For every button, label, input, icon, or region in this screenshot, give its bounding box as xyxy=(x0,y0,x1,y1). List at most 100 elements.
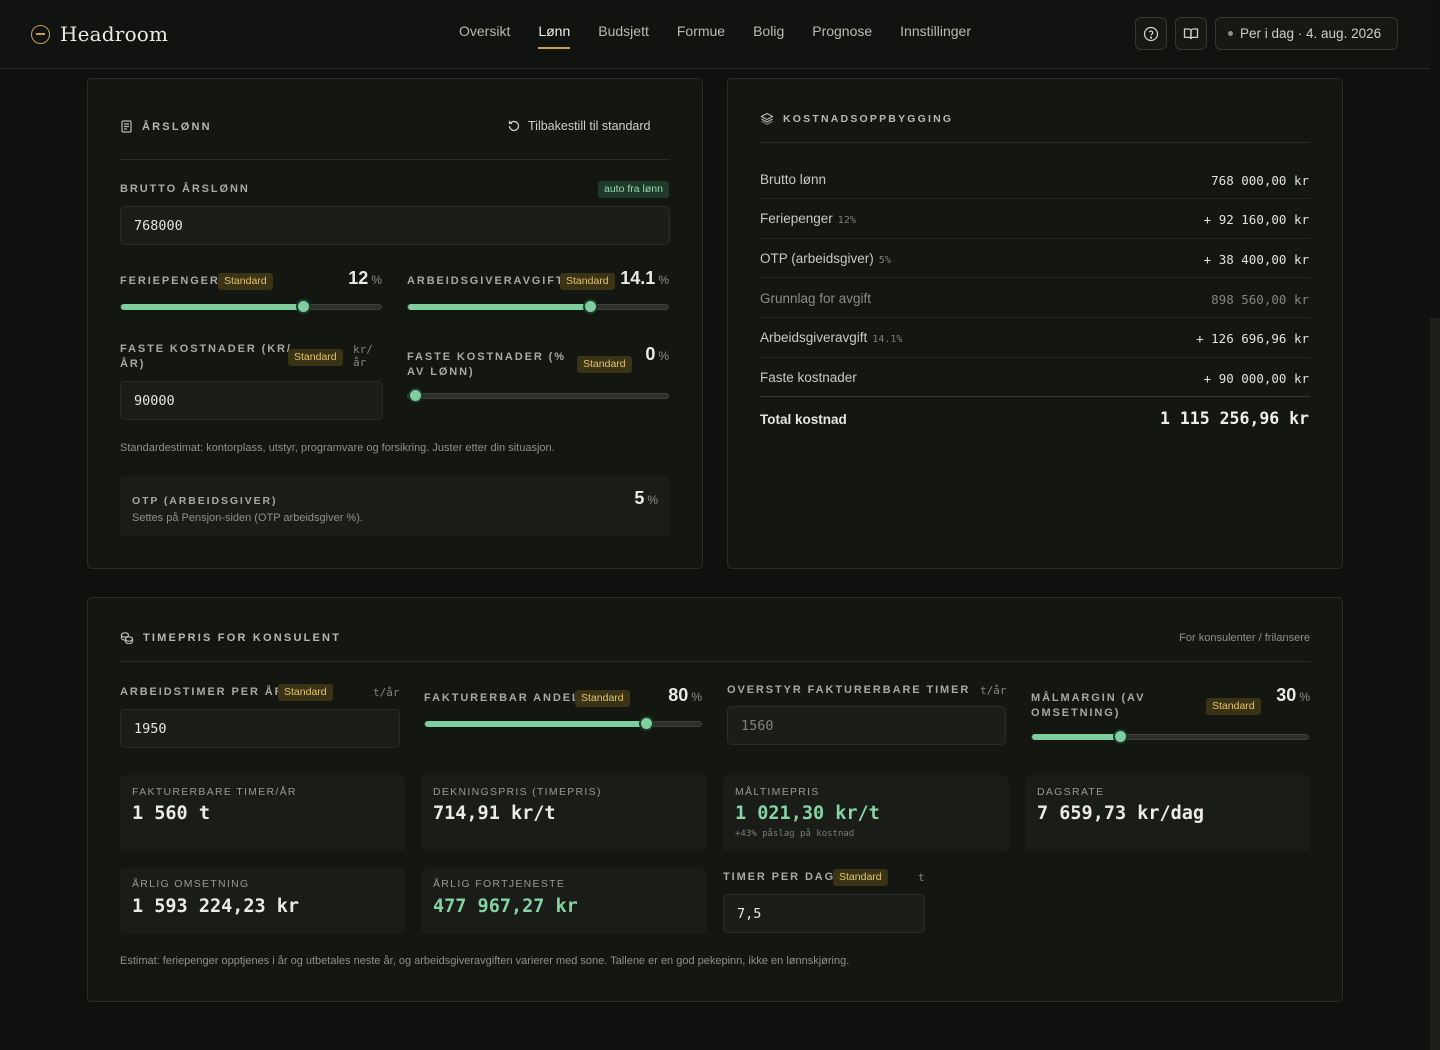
billable-share-number: 80 xyxy=(668,685,689,705)
cost-row-value: 898 560,00 kr xyxy=(1211,292,1309,307)
hours-per-day-unit: t xyxy=(918,871,925,884)
slider-thumb[interactable] xyxy=(583,299,598,314)
hours-per-day-label: TIMER PER DAG xyxy=(723,871,836,883)
hours-per-day-input[interactable]: 7,5 xyxy=(723,894,925,933)
date-selector[interactable]: Per i dag · 4. aug. 2026 xyxy=(1215,17,1398,50)
nav-formue[interactable]: Formue xyxy=(677,23,725,49)
cost-row-text: Faste kostnader xyxy=(760,370,857,385)
stat-label: ÅRLIG FORTJENESTE xyxy=(433,878,566,890)
app-logo[interactable]: Headroom xyxy=(31,22,168,46)
employer-tax-number: 14.1 xyxy=(620,268,656,288)
divider xyxy=(760,142,1310,143)
help-button[interactable] xyxy=(1135,17,1167,50)
cost-row-value: + 38 400,00 kr xyxy=(1203,252,1309,267)
slider-fill xyxy=(1032,734,1120,740)
stat-label: DAGSRATE xyxy=(1037,786,1105,798)
fixed-costs-pct-number: 0 xyxy=(645,344,656,364)
stat-label: FAKTURERBARE TIMER/ÅR xyxy=(132,786,297,798)
employer-tax-badge: Standard xyxy=(560,273,615,290)
hours-per-day-badge: Standard xyxy=(833,869,888,886)
holiday-pay-number: 12 xyxy=(348,268,369,288)
gross-salary-input[interactable]: 768000 xyxy=(120,206,670,245)
employer-tax-slider[interactable] xyxy=(407,299,669,314)
cost-row-sub: 12% xyxy=(837,215,856,226)
nav-bolig[interactable]: Bolig xyxy=(753,23,784,49)
row-divider xyxy=(760,357,1310,358)
consultant-subtitle: For konsulenter / frilansere xyxy=(1179,632,1310,644)
billable-share-slider[interactable] xyxy=(424,716,702,731)
fixed-costs-pct-slider[interactable] xyxy=(407,388,669,403)
app-name: Headroom xyxy=(60,22,169,46)
reset-button[interactable]: Tilbakestill til standard xyxy=(507,119,651,133)
fixed-costs-kr-unit-line1: kr/ xyxy=(353,343,373,356)
footer-note: Estimat: feriepenger opptjenes i år og u… xyxy=(120,955,850,967)
date-label: Per i dag · 4. aug. 2026 xyxy=(1240,26,1382,41)
book-open-icon xyxy=(1183,27,1199,39)
fixed-costs-pct-badge: Standard xyxy=(577,356,632,373)
holiday-pay-value: 12% xyxy=(348,268,382,289)
cost-row-label: Grunnlag for avgift xyxy=(760,291,871,306)
employer-tax-value: 14.1% xyxy=(620,268,669,289)
auto-badge: auto fra lønn xyxy=(598,181,669,198)
stat-value: 7 659,73 kr/dag xyxy=(1037,803,1205,824)
cost-row-text: OTP (arbeidsgiver) xyxy=(760,251,874,266)
fixed-costs-kr-label-line1: FASTE KOSTNADER (KR/ xyxy=(120,343,292,355)
divider xyxy=(120,159,670,160)
slider-thumb[interactable] xyxy=(296,299,311,314)
nav-innstillinger[interactable]: Innstillinger xyxy=(900,23,971,49)
salary-title-text: ÅRSLØNN xyxy=(142,120,212,133)
cost-row-value: 768 000,00 kr xyxy=(1211,173,1309,188)
cost-row-text: Arbeidsgiveravgift xyxy=(760,330,868,345)
fixed-costs-kr-input[interactable]: 90000 xyxy=(120,381,383,420)
row-divider xyxy=(760,317,1310,318)
cost-row-value: + 92 160,00 kr xyxy=(1203,212,1309,227)
target-margin-value: 30% xyxy=(1276,685,1310,706)
stat-label: ÅRLIG OMSETNING xyxy=(132,878,250,890)
target-margin-label-line2: OMSETNING) xyxy=(1031,707,1121,719)
employer-tax-unit: % xyxy=(658,273,669,287)
hours-per-year-unit: t/år xyxy=(373,686,400,699)
otp-unit: % xyxy=(647,493,658,507)
target-margin-slider[interactable] xyxy=(1031,729,1309,744)
hours-per-year-input[interactable]: 1950 xyxy=(120,709,400,748)
billable-share-label: FAKTURERBAR ANDEL xyxy=(424,692,581,704)
otp-sub: Settes på Pensjon-siden (OTP arbeidsgive… xyxy=(132,512,363,524)
stat-value: 1 593 224,23 kr xyxy=(132,896,300,917)
estimate-note: Standardestimat: kontorplass, utstyr, pr… xyxy=(120,442,555,454)
cost-row-label: Feriepenger 12% xyxy=(760,211,856,226)
stat-label: DEKNINGSPRIS (TIMEPRIS) xyxy=(433,786,602,798)
slider-thumb[interactable] xyxy=(1113,729,1128,744)
otp-label: OTP (ARBEIDSGIVER) xyxy=(132,495,278,507)
fixed-costs-pct-label-line2: AV LØNN) xyxy=(407,366,475,378)
gross-salary-label: BRUTTO ÅRSLØNN xyxy=(120,183,250,195)
fixed-costs-kr-unit-line2: år xyxy=(353,356,367,369)
stat-value: 477 967,27 kr xyxy=(433,896,578,917)
holiday-pay-badge: Standard xyxy=(218,273,273,290)
cost-card xyxy=(727,78,1343,569)
cost-row-value: + 90 000,00 kr xyxy=(1203,371,1309,386)
nav-budsjett[interactable]: Budsjett xyxy=(598,23,649,49)
holiday-pay-slider[interactable] xyxy=(120,299,382,314)
slider-thumb[interactable] xyxy=(408,388,423,403)
nav-oversikt[interactable]: Oversikt xyxy=(459,23,510,49)
cost-row-label: Faste kostnader xyxy=(760,370,857,385)
cost-row-label: OTP (arbeidsgiver) 5% xyxy=(760,251,891,266)
slider-thumb[interactable] xyxy=(639,716,654,731)
override-hours-input[interactable]: 1560 xyxy=(727,706,1006,745)
top-bar: Headroom Oversikt Lønn Budsjett Formue B… xyxy=(0,0,1430,69)
fixed-costs-kr-unit: kr/år xyxy=(353,343,373,369)
cost-row-sub: 5% xyxy=(878,255,891,266)
fixed-costs-pct-label-line1: FASTE KOSTNADER (% xyxy=(407,351,566,363)
docs-button[interactable] xyxy=(1175,17,1207,50)
reset-icon xyxy=(508,120,520,132)
employer-tax-label: ARBEIDSGIVERAVGIFT xyxy=(407,275,565,287)
cost-title: KOSTNADSOPPBYGGING xyxy=(760,112,953,125)
stat-sub: +43% påslag på kostnad xyxy=(735,829,855,839)
cost-row-text: Brutto lønn xyxy=(760,172,827,187)
nav-lonn[interactable]: Lønn xyxy=(538,23,571,49)
otp-value: 5% xyxy=(634,488,658,509)
salary-title: ÅRSLØNN xyxy=(120,120,212,133)
nav-prognose[interactable]: Prognose xyxy=(812,23,872,49)
scrollbar[interactable] xyxy=(1430,318,1440,1050)
override-hours-label: OVERSTYR FAKTURERBARE TIMER xyxy=(727,684,971,696)
